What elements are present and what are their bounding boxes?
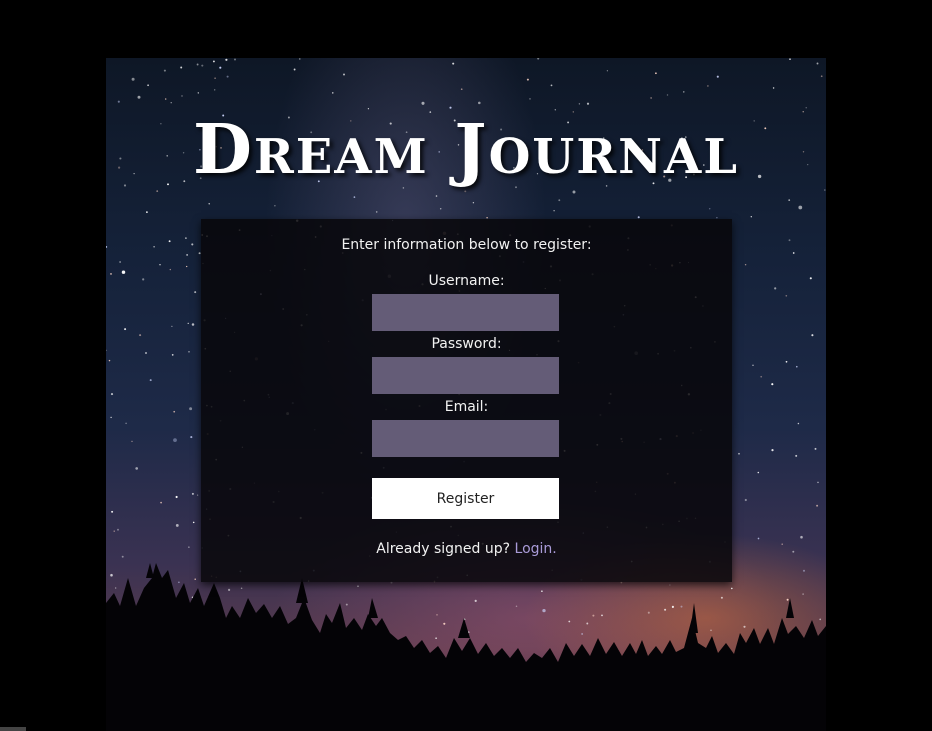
login-prompt: Already signed up? Login. [201, 541, 732, 557]
username-label: Username: [428, 273, 505, 289]
page: Dream Journal Enter information below to… [0, 0, 932, 731]
email-label: Email: [444, 399, 489, 415]
password-field[interactable] [372, 357, 559, 394]
register-instructions: Enter information below to register: [341, 237, 592, 253]
username-field[interactable] [372, 294, 559, 331]
page-title: Dream Journal [192, 110, 740, 190]
login-prompt-text: Already signed up? [376, 541, 511, 557]
window-edge-bar [0, 727, 26, 731]
login-link[interactable]: Login. [515, 541, 557, 557]
password-label: Password: [431, 336, 502, 352]
email-field[interactable] [372, 420, 559, 457]
register-button[interactable]: Register [372, 478, 559, 519]
register-panel: Enter information below to register: Use… [201, 219, 732, 582]
